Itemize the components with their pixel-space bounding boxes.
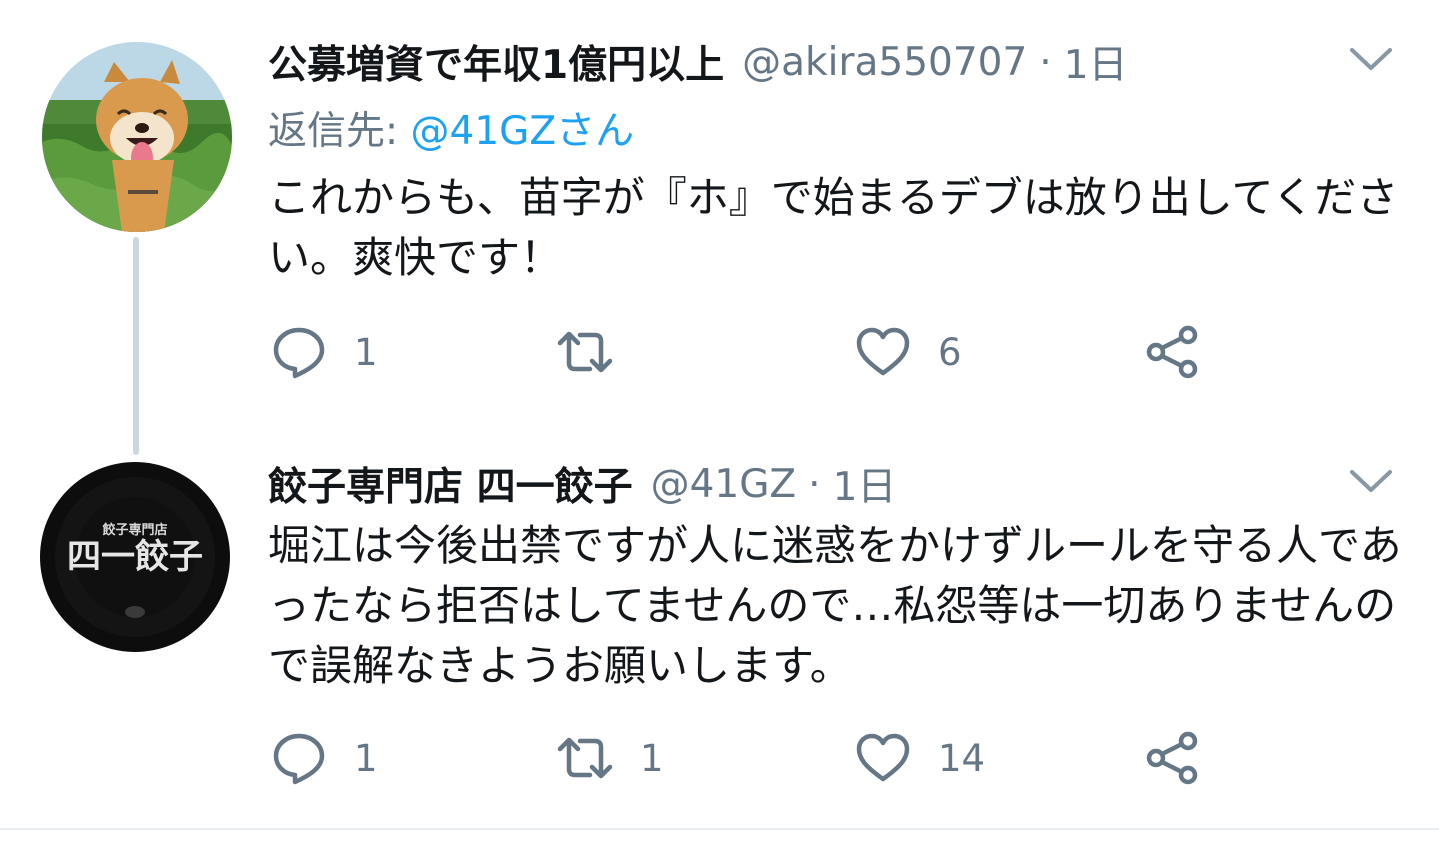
reply-icon — [273, 327, 325, 379]
tweet-text: 堀江は今後出禁ですが人に迷惑をかけずルールを守る人であったなら拒否はしてませんの… — [268, 521, 1402, 690]
chevron-down-icon[interactable] — [1348, 44, 1394, 74]
display-name[interactable]: 公募増資で年収1億円以上 — [268, 34, 724, 90]
heart-icon — [856, 733, 910, 782]
avatar[interactable]: 餃子専門店 四一餃子 — [40, 462, 230, 652]
reply-to-line: 返信先: @41GZさん — [268, 100, 634, 156]
retweet-icon — [557, 737, 613, 779]
action-bar: 1 6 — [270, 322, 1410, 382]
reply-button[interactable]: 1 — [270, 322, 378, 382]
thread-connector — [133, 237, 139, 455]
divider — [0, 828, 1439, 830]
like-button[interactable]: 14 — [854, 728, 985, 788]
share-icon — [1146, 325, 1198, 379]
tweet[interactable]: 餃子専門店 四一餃子 餃子専門店 四一餃子 @41GZ · 1日 堀江は今後出禁… — [0, 440, 1439, 830]
reply-to-label: 返信先: — [268, 109, 411, 154]
shiba-dog-avatar-icon — [42, 42, 232, 232]
logo-small-text: 餃子専門店 — [102, 522, 167, 538]
reply-icon — [273, 733, 325, 785]
timestamp[interactable]: 1日 — [833, 456, 897, 512]
retweet-button[interactable] — [556, 322, 640, 382]
reply-count: 1 — [354, 330, 378, 374]
chevron-down-icon[interactable] — [1348, 466, 1394, 496]
reply-to-mention[interactable]: @41GZさん — [411, 109, 635, 154]
share-button[interactable] — [1144, 322, 1202, 382]
like-count: 6 — [938, 330, 962, 374]
tweet[interactable]: 公募増資で年収1億円以上 @akira550707 · 1日 返信先: @41G… — [0, 0, 1439, 455]
like-button[interactable]: 6 — [854, 322, 962, 382]
share-button[interactable] — [1144, 728, 1202, 788]
logo-big-text: 四一餃子 — [67, 537, 203, 577]
separator-dot: · — [808, 461, 821, 507]
share-icon — [1146, 731, 1198, 785]
tweet-header: 公募増資で年収1億円以上 @akira550707 · 1日 — [268, 34, 1128, 90]
tweet-text: これからも、苗字が『ホ』で始まるデブは放り出してください。爽快です！ — [268, 173, 1399, 282]
heart-icon — [856, 327, 910, 376]
user-handle[interactable]: @41GZ — [651, 462, 797, 507]
avatar[interactable] — [42, 42, 232, 232]
timestamp[interactable]: 1日 — [1064, 34, 1128, 90]
reply-button[interactable]: 1 — [270, 728, 378, 788]
like-count: 14 — [938, 736, 986, 780]
action-bar: 1 1 14 — [270, 728, 1410, 788]
retweet-count: 1 — [640, 736, 664, 780]
reply-count: 1 — [354, 736, 378, 780]
gyoza-shop-logo-avatar-icon: 餃子専門店 四一餃子 — [40, 462, 230, 652]
separator-dot: · — [1039, 39, 1052, 85]
retweet-button[interactable]: 1 — [556, 728, 664, 788]
retweet-icon — [557, 331, 613, 373]
tweet-header: 餃子専門店 四一餃子 @41GZ · 1日 — [268, 456, 897, 512]
user-handle[interactable]: @akira550707 — [742, 40, 1027, 85]
display-name[interactable]: 餃子専門店 四一餃子 — [268, 456, 633, 512]
